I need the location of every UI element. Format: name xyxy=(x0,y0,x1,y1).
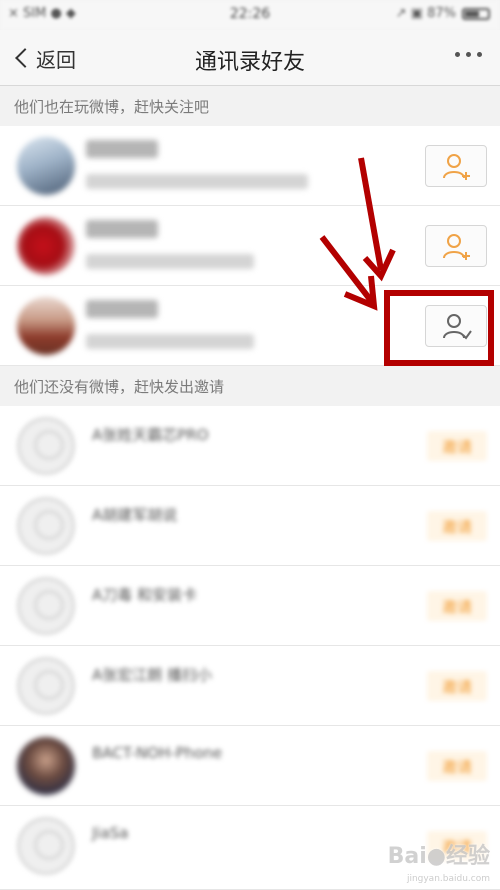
annotation-arrow xyxy=(358,157,384,271)
watermark-url: jingyan.baidu.com xyxy=(406,874,490,884)
watermark-text: Bai●经验 xyxy=(387,844,490,869)
annotation-arrows xyxy=(319,157,396,311)
watermark-logo: Bai●经验 jingyan.baidu.com xyxy=(387,838,490,884)
annotation-arrowhead xyxy=(343,275,378,311)
annotation-highlight-box xyxy=(384,290,494,366)
